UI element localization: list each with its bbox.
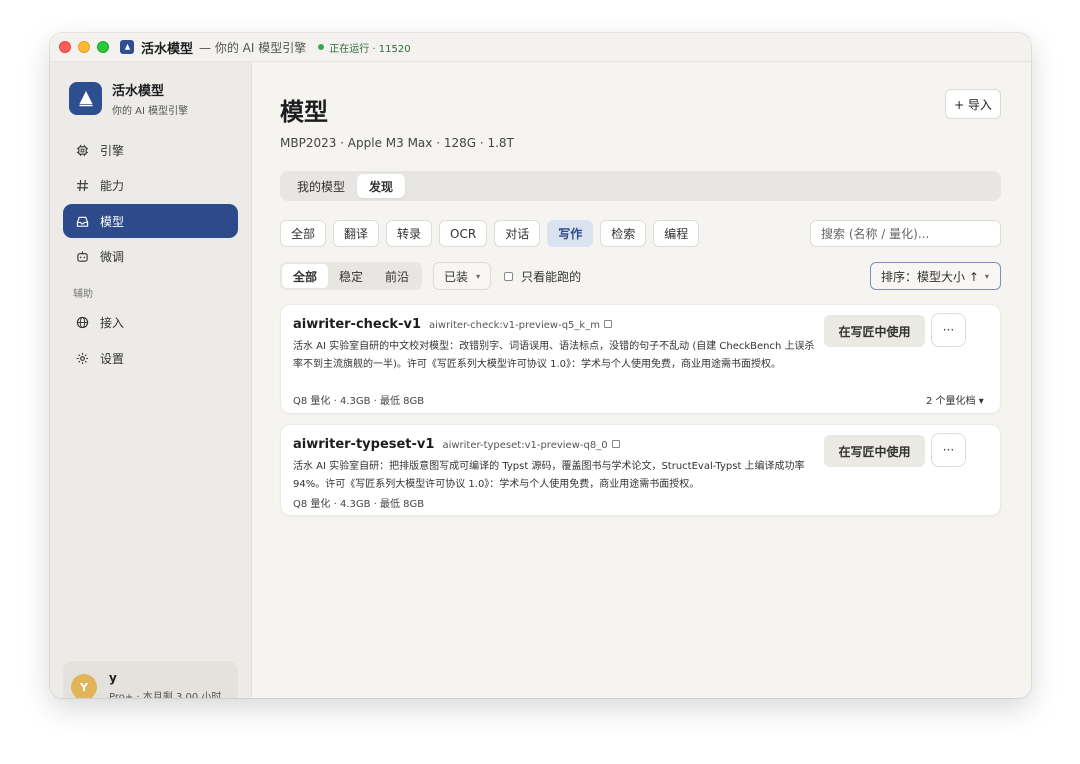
sidebar-item-label: 能力	[100, 179, 125, 193]
runnable-only-label: 只看能跑的	[521, 269, 582, 284]
stability-all[interactable]: 全部	[282, 264, 329, 288]
main-content: 模型 + 导入 MBP2023 · Apple M3 Max · 128G · …	[253, 62, 1031, 698]
model-id: aiwriter-typeset:v1-preview-q8_0	[442, 440, 608, 451]
globe-icon	[75, 316, 89, 330]
model-meta: Q8 量化 · 4.3GB · 最低 8GB	[293, 396, 425, 407]
window-controls	[59, 41, 109, 53]
model-id: aiwriter-check:v1-preview-q5_k_m	[429, 320, 600, 331]
category-writing[interactable]: 写作	[547, 220, 594, 247]
device-info: MBP2023 · Apple M3 Max · 128G · 1.8T	[280, 136, 514, 150]
category-retrieval[interactable]: 检索	[600, 220, 647, 247]
more-button[interactable]: ···	[931, 433, 966, 467]
sidebar-item-settings[interactable]: 设置	[63, 341, 238, 375]
sidebar-item-access[interactable]: 接入	[63, 306, 238, 340]
chip-icon	[75, 143, 89, 157]
model-description: 活水 AI 实验室自研：把排版意图写成可编译的 Typst 源码，覆盖图书与学术…	[293, 461, 805, 490]
sidebar-item-finetune[interactable]: 微调	[63, 240, 238, 274]
app-window: 活水模型 — 你的 AI 模型引擎 正在运行 · 11520 活水模型 你的 A…	[50, 33, 1031, 698]
running-status: 正在运行 · 11520	[329, 43, 411, 55]
chevron-down-icon: ▾	[984, 271, 989, 281]
installed-dropdown[interactable]: 已装 ▾	[433, 262, 492, 290]
running-status-icon	[318, 44, 325, 50]
category-all[interactable]: 全部	[280, 220, 327, 247]
stability-tabs: 全部 稳定 前沿	[280, 262, 423, 290]
copy-icon[interactable]	[603, 320, 612, 328]
category-translate[interactable]: 翻译	[333, 220, 380, 247]
use-in-writer-button[interactable]: 在写匠中使用	[824, 435, 925, 467]
sidebar-item-label: 引擎	[100, 143, 125, 158]
model-card: aiwriter-check-v1 aiwriter-check:v1-prev…	[280, 304, 1001, 414]
category-chat[interactable]: 对话	[494, 220, 541, 247]
avatar: Y	[71, 674, 97, 698]
model-description: 活水 AI 实验室自研的中文校对模型：改错别字、词语误用、语法标点，没错的句子不…	[293, 341, 815, 370]
stability-frontier[interactable]: 前沿	[374, 264, 420, 288]
sidebar-item-label: 模型	[100, 214, 125, 229]
tab-my-models[interactable]: 我的模型	[285, 174, 357, 198]
brand-logo-icon	[69, 82, 102, 115]
sidebar: 活水模型 你的 AI 模型引擎 引擎 能力 模型 微调 辅助 接入 设置 Y y…	[50, 62, 252, 698]
brand: 活水模型 你的 AI 模型引擎	[69, 80, 188, 117]
brand-tagline: 你的 AI 模型引擎	[112, 106, 189, 117]
copy-icon[interactable]	[611, 440, 620, 448]
category-coding[interactable]: 编程	[653, 220, 700, 247]
category-ocr[interactable]: OCR	[439, 220, 488, 247]
sidebar-nav: 引擎 能力 模型 微调 辅助 接入 设置	[63, 133, 238, 377]
close-window-button[interactable]	[59, 41, 71, 53]
stability-stable[interactable]: 稳定	[328, 264, 374, 288]
minimize-window-button[interactable]	[78, 41, 90, 53]
filter-row: 全部 稳定 前沿 已装 ▾ 只看能跑的	[280, 262, 581, 290]
installed-dropdown-label: 已装	[444, 269, 469, 284]
more-button[interactable]: ···	[931, 313, 966, 347]
user-name: y	[109, 671, 117, 685]
page-title: 模型	[280, 98, 328, 126]
titlebar: 活水模型 — 你的 AI 模型引擎 正在运行 · 11520	[50, 33, 1031, 62]
chevron-down-icon: ▾	[476, 271, 481, 281]
category-transcribe[interactable]: 转录	[386, 220, 433, 247]
category-filters: 全部 翻译 转录 OCR 对话 写作 检索 编程	[280, 220, 700, 247]
runnable-only-toggle[interactable]: 只看能跑的	[504, 268, 581, 285]
sidebar-item-capability[interactable]: 能力	[63, 169, 238, 203]
app-logo-icon	[120, 40, 134, 54]
hash-icon	[75, 179, 89, 193]
sidebar-item-label: 设置	[100, 351, 125, 366]
user-plan: Pro+ · 本月剩 3.00 小时	[109, 692, 222, 698]
sort-dropdown[interactable]: 排序：模型大小 ↑ ▾	[870, 262, 1001, 290]
sidebar-section-label: 辅助	[73, 288, 93, 300]
sidebar-item-label: 接入	[100, 316, 125, 330]
checkbox-icon[interactable]	[504, 271, 514, 281]
sort-label: 排序：模型大小 ↑	[881, 269, 979, 284]
brand-name: 活水模型	[112, 84, 165, 99]
inbox-icon	[75, 214, 89, 228]
quantization-dropdown[interactable]: 2 个量化档 ▾	[926, 392, 984, 407]
import-button[interactable]: + 导入	[945, 89, 1001, 119]
use-in-writer-button[interactable]: 在写匠中使用	[824, 315, 925, 347]
sidebar-item-label: 微调	[100, 250, 125, 264]
model-meta: Q8 量化 · 4.3GB · 最低 8GB	[293, 499, 425, 510]
robot-icon	[75, 250, 89, 264]
sidebar-item-models[interactable]: 模型	[63, 204, 238, 238]
search-input[interactable]: 搜索 (名称 / 量化)...	[810, 220, 1001, 247]
tab-discover[interactable]: 发现	[357, 174, 406, 198]
zoom-window-button[interactable]	[97, 41, 109, 53]
gear-icon	[75, 351, 89, 365]
model-card: aiwriter-typeset-v1 aiwriter-typeset:v1-…	[280, 424, 1001, 516]
view-tabs: 我的模型 发现	[280, 171, 1001, 201]
user-card[interactable]: Y y Pro+ · 本月剩 3.00 小时	[63, 661, 238, 698]
model-name: aiwriter-typeset-v1	[293, 437, 435, 452]
window-subtitle: — 你的 AI 模型引擎	[199, 40, 307, 55]
model-name: aiwriter-check-v1	[293, 317, 421, 332]
window-title: 活水模型	[141, 41, 194, 57]
sidebar-item-engine[interactable]: 引擎	[63, 133, 238, 167]
